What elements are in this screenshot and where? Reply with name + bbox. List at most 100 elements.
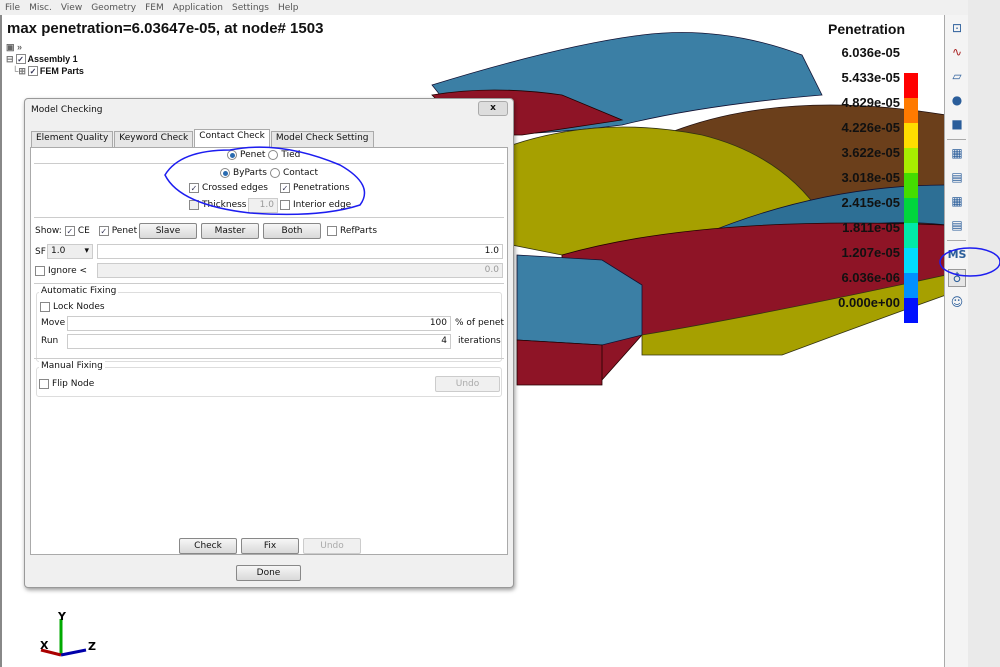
axis-x-label: X <box>40 639 49 652</box>
thickness-input[interactable]: 1.0 <box>248 198 278 213</box>
menu-fem[interactable]: FEM <box>145 3 164 13</box>
tab-model-check-setting[interactable]: Model Check Setting <box>270 131 374 147</box>
manual-undo-button[interactable]: Undo <box>435 376 500 392</box>
flip-node-checkbox[interactable] <box>39 379 49 389</box>
legend-band <box>904 273 918 298</box>
legend-band <box>904 123 918 148</box>
sf-label: SF <box>35 247 46 257</box>
model-check-icon[interactable]: ♁ <box>948 269 966 287</box>
dialog-title: Model Checking <box>31 105 103 115</box>
move-unit-label: % of penet <box>455 318 504 328</box>
tab-contact-check[interactable]: Contact Check <box>194 129 270 147</box>
part-icon[interactable]: ■ <box>948 115 966 133</box>
menu-file[interactable]: File <box>5 3 20 13</box>
tree-toggle-icon[interactable]: ▣ » <box>6 42 22 53</box>
thickness-checkbox[interactable] <box>189 200 199 210</box>
penet-radio[interactable] <box>227 150 237 160</box>
tree-item-assembly[interactable]: ⊟ ✓ Assembly 1 <box>6 53 84 65</box>
legend-label: 3.018e-05 <box>841 170 900 185</box>
legend-band <box>904 73 918 98</box>
sf-value-input[interactable]: 1.0 <box>97 244 503 259</box>
move-input[interactable]: 100 <box>67 316 451 331</box>
ms-icon[interactable]: MS <box>948 245 967 263</box>
ignore-input[interactable]: 0.0 <box>97 263 503 278</box>
tree-item-fem-parts[interactable]: └⊞ ✓ FEM Parts <box>6 65 84 77</box>
collapse-icon[interactable]: ⊟ <box>6 54 14 65</box>
element-table-icon[interactable]: ▤ <box>948 216 966 234</box>
check-button[interactable]: Check <box>179 538 237 554</box>
menu-geometry[interactable]: Geometry <box>91 3 136 13</box>
legend-label: 6.036e-05 <box>841 45 900 60</box>
refparts-label: RefParts <box>340 226 378 236</box>
menu-misc[interactable]: Misc. <box>29 3 52 13</box>
penetrations-checkbox[interactable]: ✓ <box>280 183 290 193</box>
close-button[interactable]: x <box>478 101 508 116</box>
ce-checkbox[interactable]: ✓ <box>64 226 75 236</box>
run-input[interactable]: 4 <box>67 334 451 349</box>
refparts-checkbox[interactable] <box>327 226 337 236</box>
automatic-fixing-title: Automatic Fixing <box>39 286 119 296</box>
legend-label: 1.811e-05 <box>842 220 900 235</box>
legend-band <box>904 298 918 323</box>
legend-band <box>904 248 918 273</box>
manual-fixing-title: Manual Fixing <box>39 361 105 371</box>
both-button[interactable]: Both <box>263 223 321 239</box>
chevron-down-icon: ▾ <box>84 246 89 256</box>
tab-element-quality[interactable]: Element Quality <box>31 131 114 147</box>
window-edge <box>968 0 1000 667</box>
mesh-table-icon[interactable]: ▤ <box>948 168 966 186</box>
interior-edge-checkbox[interactable] <box>280 200 290 210</box>
expand-icon[interactable]: └⊞ <box>12 66 26 77</box>
legend-color-bar <box>904 73 918 323</box>
menu-view[interactable]: View <box>61 3 82 13</box>
ignore-checkbox[interactable] <box>35 266 45 276</box>
show-penet-label: Penet <box>111 226 138 236</box>
legend-label: 4.226e-05 <box>841 120 900 135</box>
legend-title: Penetration <box>828 21 906 37</box>
axis-triad: Y X Z <box>40 610 96 657</box>
legend-label: 0.000e+00 <box>838 295 900 310</box>
contact-label: Contact <box>282 168 318 178</box>
slave-button[interactable]: Slave <box>139 223 197 239</box>
flip-node-label: Flip Node <box>52 379 95 389</box>
master-button[interactable]: Master <box>201 223 259 239</box>
max-penetration-title: max penetration=6.03647e-05, at node# 15… <box>7 20 324 37</box>
byparts-radio[interactable] <box>220 168 230 178</box>
move-label: Move <box>41 318 66 328</box>
ignore-label: Ignore < <box>48 266 88 276</box>
ce-label: CE <box>77 226 90 236</box>
curve-icon[interactable]: ∿ <box>948 43 966 61</box>
fem-parts-label: FEM Parts <box>39 66 84 76</box>
menu-help[interactable]: Help <box>278 3 299 13</box>
right-toolbar: ⊡ ∿ ▱ ● ■ ▦ ▤ ▦ ▤ MS ♁ ☺ <box>944 15 968 667</box>
legend-labels: 6.036e-05 5.433e-05 4.829e-05 4.226e-05 3.62… <box>800 45 900 320</box>
menu-application[interactable]: Application <box>173 3 223 13</box>
solid-icon[interactable]: ● <box>948 91 966 109</box>
contact-radio[interactable] <box>269 168 280 178</box>
crossed-edges-checkbox[interactable]: ✓ <box>189 183 199 193</box>
surface-icon[interactable]: ▱ <box>948 67 966 85</box>
axis-z-label: Z <box>88 640 96 653</box>
tab-keyword-check[interactable]: Keyword Check <box>114 131 194 147</box>
show-penet-checkbox[interactable]: ✓ <box>98 226 109 236</box>
sf-select[interactable]: 1.0 ▾ <box>47 244 93 259</box>
legend-label: 4.829e-05 <box>841 95 900 110</box>
legend-label: 1.207e-05 <box>841 245 900 260</box>
lock-nodes-checkbox[interactable] <box>40 302 50 312</box>
undo-button[interactable]: Undo <box>303 538 361 554</box>
menu-settings[interactable]: Settings <box>232 3 269 13</box>
legend-band <box>904 173 918 198</box>
model-checking-dialog: Model Checking x Element Quality Keyword… <box>24 98 514 588</box>
tied-radio[interactable] <box>268 150 279 160</box>
legend-label: 6.036e-06 <box>841 270 900 285</box>
penetrations-label: Penetrations <box>293 183 350 193</box>
fix-button[interactable]: Fix <box>241 538 299 554</box>
mesh-edit-icon[interactable]: ▦ <box>948 192 966 210</box>
move-icon[interactable]: ⊡ <box>948 19 966 37</box>
done-button[interactable]: Done <box>236 565 301 581</box>
fem-parts-checkbox[interactable]: ✓ <box>27 66 38 76</box>
legend-band <box>904 98 918 123</box>
user-icon[interactable]: ☺ <box>948 293 966 311</box>
mesh-icon[interactable]: ▦ <box>948 144 966 162</box>
assembly-checkbox[interactable]: ✓ <box>15 54 26 64</box>
